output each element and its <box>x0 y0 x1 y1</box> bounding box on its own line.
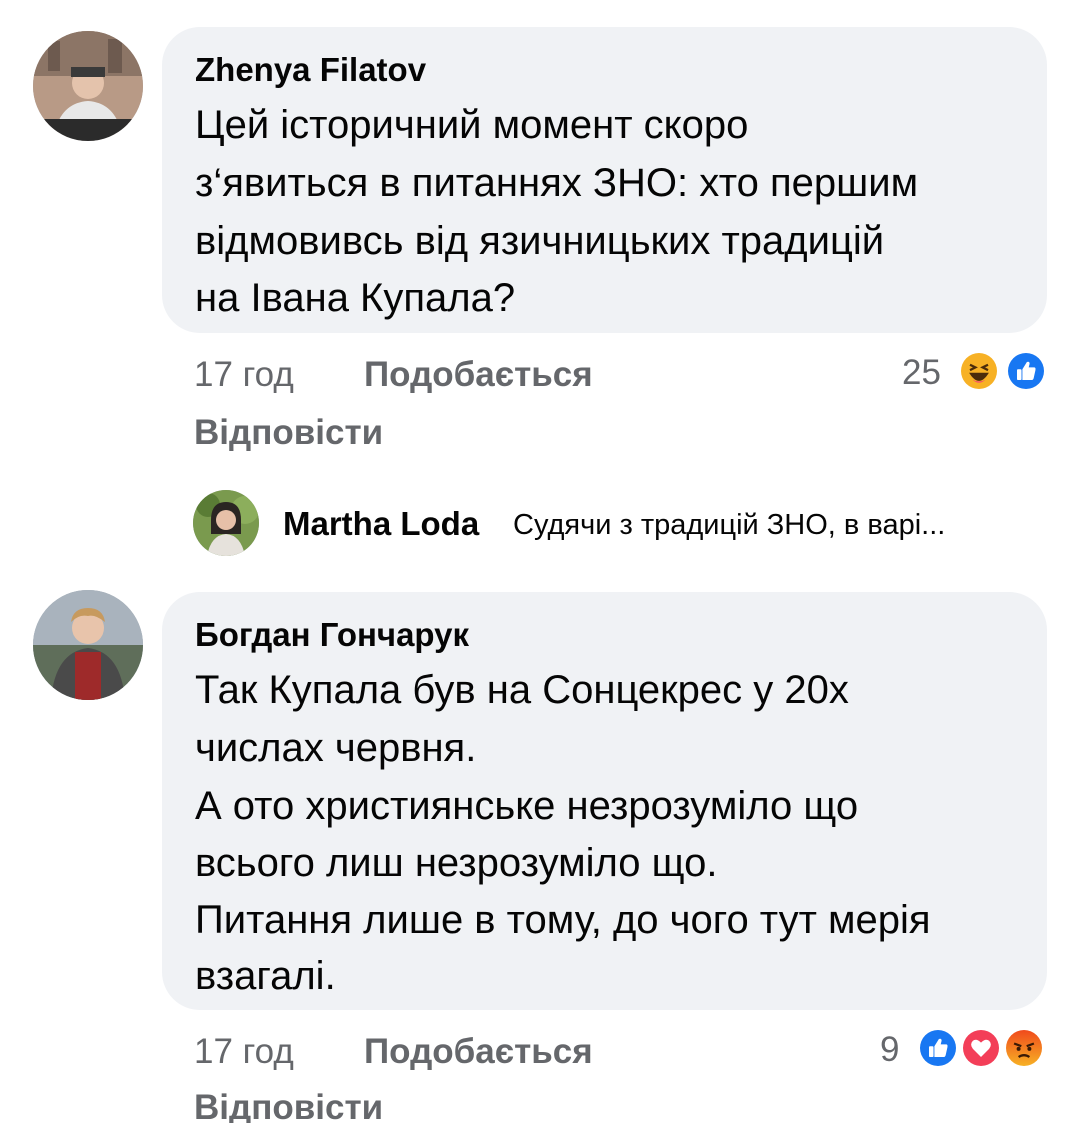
reaction-count[interactable]: 9 <box>880 1030 899 1070</box>
comment-text-line: на Івана Купала? <box>195 276 516 320</box>
comment-text-line: числах червня. <box>195 726 477 770</box>
like-button[interactable]: Подобається <box>364 1032 593 1072</box>
love-icon[interactable] <box>960 1027 1002 1069</box>
comment-timestamp[interactable]: 17 год <box>194 1032 294 1072</box>
comment-author[interactable]: Богдан Гончарук <box>195 616 469 654</box>
reaction-count[interactable]: 25 <box>902 353 941 393</box>
comment-text-line: А ото християнське незрозуміло що <box>195 784 859 828</box>
reply-button[interactable]: Відповісти <box>194 1088 383 1123</box>
reply-preview-text[interactable]: Судячи з традицій ЗНО, в варі... <box>513 509 945 542</box>
comment-timestamp[interactable]: 17 год <box>194 355 294 395</box>
comment-author[interactable]: Zhenya Filatov <box>195 51 426 89</box>
reply-author[interactable]: Martha Loda <box>283 505 479 543</box>
comment-text-line: Так Купала був на Сонцекрес у 20х <box>195 668 849 712</box>
comment-text-line: Питання лише в тому, до чого тут мерія <box>195 898 931 942</box>
like-button[interactable]: Подобається <box>364 355 593 395</box>
comment-text-line: взагалі. <box>195 954 336 998</box>
haha-icon[interactable] <box>958 350 1000 392</box>
comment-bubble: Богдан Гончарук Так Купала був на Сонцек… <box>162 592 1047 1010</box>
avatar-bohdan-honcharuk[interactable] <box>33 590 143 700</box>
like-icon[interactable] <box>917 1027 959 1069</box>
comment-text-line: з‘явиться в питаннях ЗНО: хто першим <box>195 161 919 205</box>
reply-button[interactable]: Відповісти <box>194 413 383 453</box>
like-icon[interactable] <box>1005 350 1047 392</box>
comment-text-line: Цей історичний момент скоро <box>195 103 749 147</box>
avatar-zhenya-filatov[interactable] <box>33 31 143 141</box>
comment-bubble: Zhenya Filatov Цей історичний момент ско… <box>162 27 1047 333</box>
comment-text-line: всього лиш незрозуміло що. <box>195 841 718 885</box>
avatar-martha-loda[interactable] <box>193 490 259 556</box>
angry-icon[interactable] <box>1003 1027 1045 1069</box>
comment-text-line: відмовивсь від язичницьких традицій <box>195 219 885 263</box>
